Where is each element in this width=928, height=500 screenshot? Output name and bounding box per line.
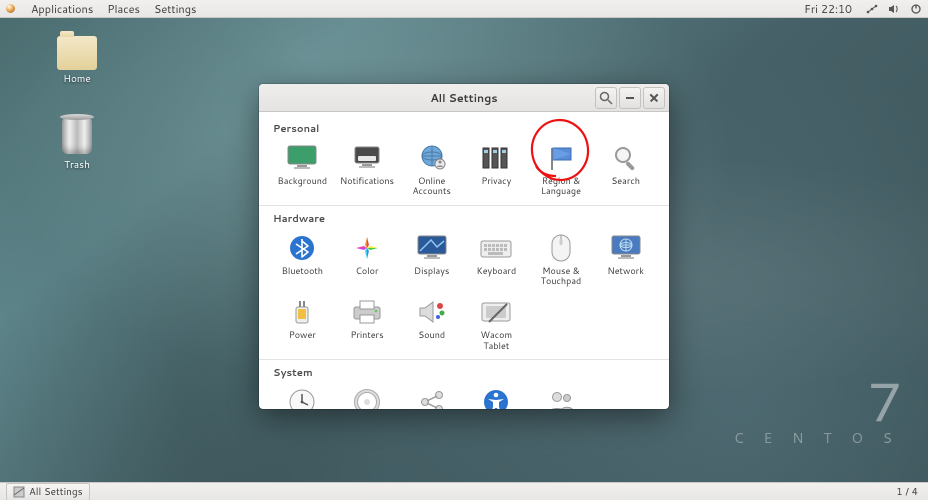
settings-item-region-language[interactable]: Region & Language [530, 138, 593, 201]
power-icon[interactable] [910, 3, 922, 15]
keyboard-icon [480, 232, 512, 264]
settings-item-color[interactable]: Color [336, 228, 399, 291]
settings-item-displays[interactable]: Displays [400, 228, 463, 291]
power-settings-icon [286, 296, 318, 328]
network-settings-icon [610, 232, 642, 264]
background-icon [286, 142, 318, 174]
online-accounts-icon [416, 142, 448, 174]
menu-applications[interactable]: Applications [31, 1, 93, 17]
settings-item-notifications[interactable]: Notifications [336, 138, 399, 201]
settings-item-wacom[interactable]: Wacom Tablet [465, 292, 528, 355]
window-title: All Settings [430, 90, 497, 106]
settings-item-label: Search [611, 176, 640, 186]
settings-item-label: Color [355, 266, 378, 276]
color-icon [351, 232, 383, 264]
universal-access-icon [480, 386, 512, 409]
home-folder-icon [57, 36, 97, 70]
settings-item-details[interactable]: Details [336, 382, 399, 409]
details-icon [351, 386, 383, 409]
printers-icon [351, 296, 383, 328]
settings-item-power[interactable]: Power [271, 292, 334, 355]
settings-item-label: Region & Language [532, 176, 590, 197]
menu-places[interactable]: Places [107, 1, 140, 17]
settings-item-keyboard[interactable]: Keyboard [465, 228, 528, 291]
settings-item-label: Power [289, 330, 316, 340]
displays-icon [416, 232, 448, 264]
settings-item-label: Online Accounts [403, 176, 461, 197]
wacom-icon [480, 296, 512, 328]
desktop-icon-home[interactable]: Home [42, 36, 112, 86]
settings-item-label: Mouse & Touchpad [532, 266, 590, 287]
system-tray [866, 3, 922, 15]
settings-item-label: Notifications [340, 176, 394, 186]
settings-item-label: Privacy [481, 176, 511, 186]
menu-settings[interactable]: Settings [154, 1, 196, 17]
window-search-button[interactable] [595, 87, 617, 109]
brand-number: 7 [734, 374, 900, 428]
bluetooth-icon [286, 232, 318, 264]
sound-icon [416, 296, 448, 328]
settings-item-mouse-touchpad[interactable]: Mouse & Touchpad [530, 228, 593, 291]
settings-item-label: Network [607, 266, 644, 276]
settings-item-background[interactable]: Background [271, 138, 334, 201]
mouse-touchpad-icon [545, 232, 577, 264]
settings-item-bluetooth[interactable]: Bluetooth [271, 228, 334, 291]
users-icon [545, 386, 577, 409]
privacy-icon [480, 142, 512, 174]
grid-system: Date & Time Details Sharing Universal Ac… [271, 382, 657, 409]
bottom-taskbar: All Settings 1 / 4 [0, 482, 928, 500]
desktop-icon-label: Trash [42, 158, 112, 172]
settings-item-label: Background [278, 176, 328, 186]
clock[interactable]: Fri 22:10 [804, 1, 852, 17]
settings-item-label: Displays [414, 266, 449, 276]
settings-item-label: Wacom Tablet [467, 330, 525, 351]
section-divider [259, 205, 669, 206]
settings-item-date-time[interactable]: Date & Time [271, 382, 334, 409]
taskbar-entry-settings[interactable]: All Settings [6, 483, 90, 500]
taskbar-entry-label: All Settings [29, 485, 83, 499]
section-title-system: System [273, 366, 657, 380]
date-time-icon [286, 386, 318, 409]
window-titlebar[interactable]: All Settings [259, 84, 669, 112]
top-menu-bar: Applications Places Settings Fri 22:10 [0, 0, 928, 18]
desktop-icon-label: Home [42, 72, 112, 86]
settings-item-online-accounts[interactable]: Online Accounts [400, 138, 463, 201]
settings-item-label: Bluetooth [282, 266, 323, 276]
settings-item-label: Keyboard [476, 266, 516, 276]
grid-personal: Background Notifications Online Accounts… [271, 138, 657, 201]
window-close-button[interactable] [643, 87, 665, 109]
brand-watermark: 7 C E N T O S [734, 374, 900, 448]
settings-item-universal-access[interactable]: Universal Access [465, 382, 528, 409]
settings-item-privacy[interactable]: Privacy [465, 138, 528, 201]
window-body: Personal Background Notifications Online… [259, 112, 669, 409]
grid-hardware: Bluetooth Color Displays Keyboard Mouse … [271, 228, 657, 355]
section-divider [259, 359, 669, 360]
settings-item-users[interactable]: Users [530, 382, 593, 409]
sharing-icon [416, 386, 448, 409]
section-title-personal: Personal [273, 122, 657, 136]
workspace-indicator[interactable]: 1 / 4 [892, 485, 922, 499]
trash-icon [62, 118, 92, 154]
window-minimize-button[interactable] [619, 87, 641, 109]
settings-item-printers[interactable]: Printers [336, 292, 399, 355]
volume-icon[interactable] [888, 3, 900, 15]
section-title-hardware: Hardware [273, 212, 657, 226]
search-settings-icon [610, 142, 642, 174]
settings-item-network[interactable]: Network [594, 228, 657, 291]
settings-item-label: Printers [350, 330, 383, 340]
desktop-icon-trash[interactable]: Trash [42, 118, 112, 172]
region-language-icon [545, 142, 577, 174]
activities-icon [6, 4, 15, 13]
settings-task-icon [13, 486, 25, 498]
settings-window: All Settings Personal Background Notific… [259, 84, 669, 409]
notifications-icon [351, 142, 383, 174]
settings-item-sharing[interactable]: Sharing [400, 382, 463, 409]
settings-item-label: Sound [418, 330, 445, 340]
network-icon[interactable] [866, 3, 878, 15]
brand-text: C E N T O S [734, 428, 900, 448]
settings-item-search[interactable]: Search [594, 138, 657, 201]
settings-item-sound[interactable]: Sound [400, 292, 463, 355]
